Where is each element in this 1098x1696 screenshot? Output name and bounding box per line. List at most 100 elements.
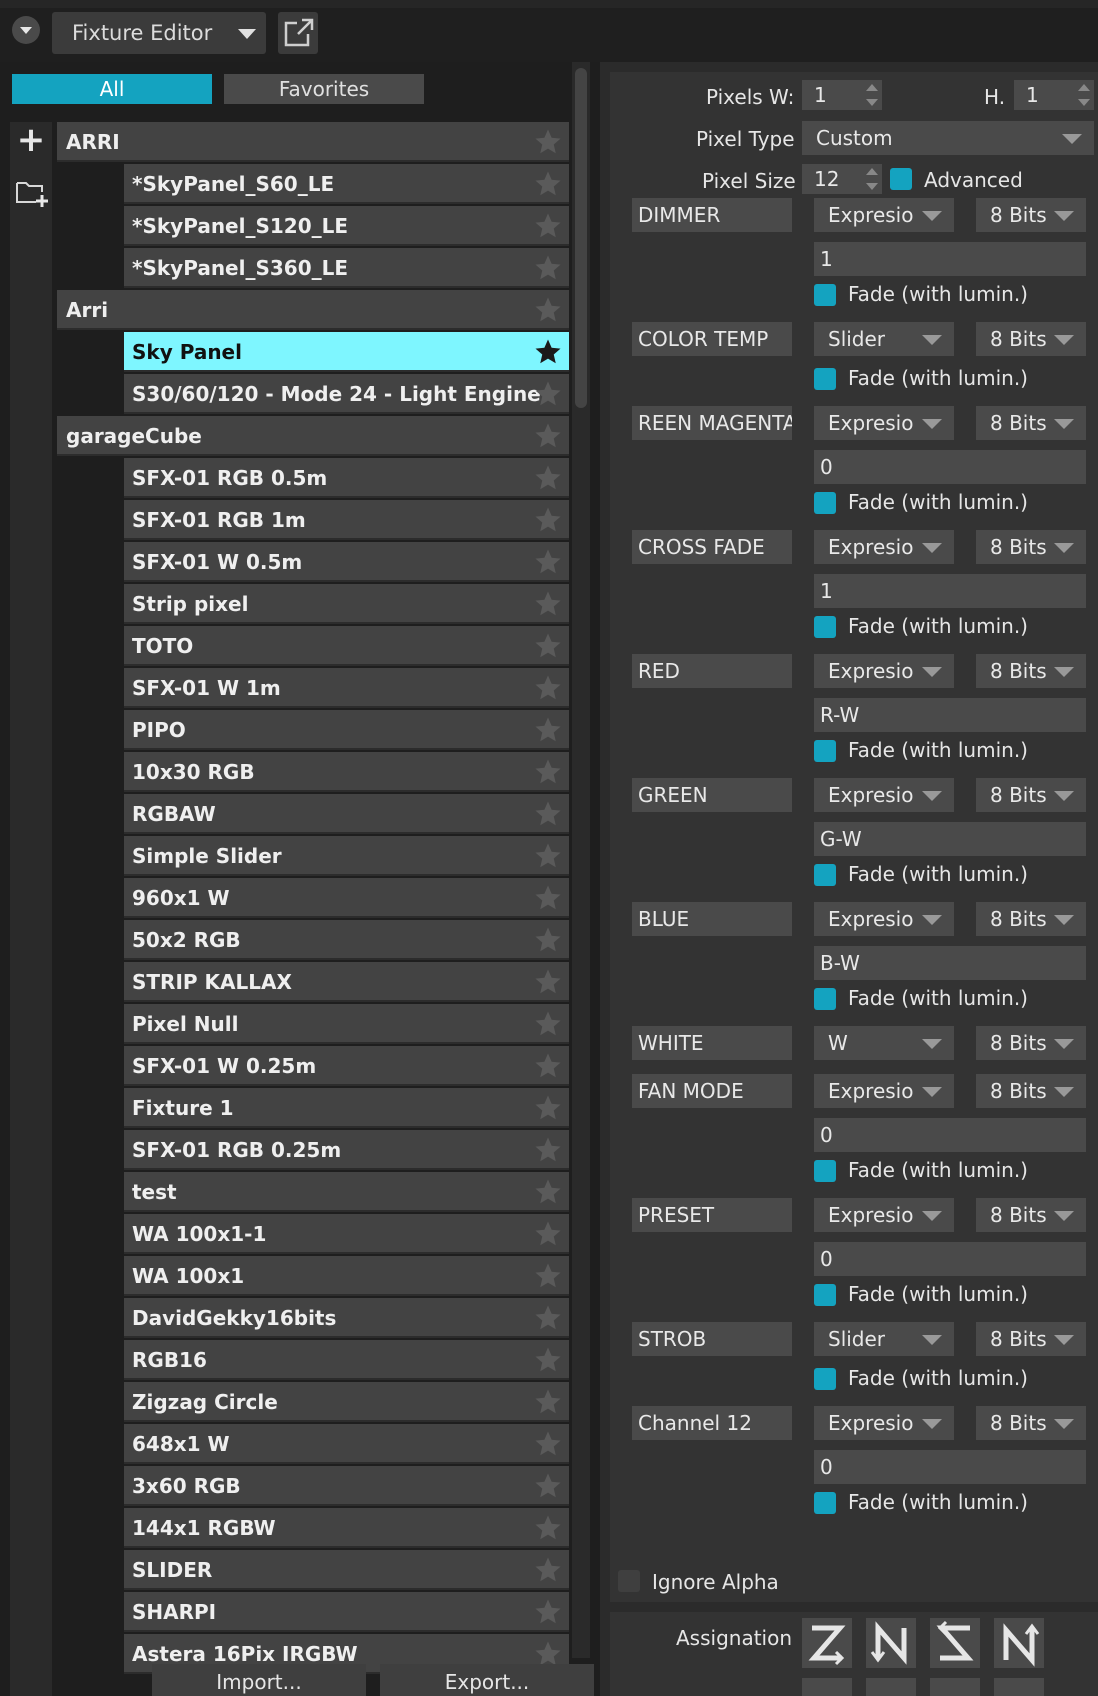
favorite-star-icon[interactable]: [533, 799, 563, 829]
channel-name-field[interactable]: Channel 12: [632, 1406, 792, 1440]
favorite-star-icon[interactable]: [533, 1429, 563, 1459]
favorite-star-icon[interactable]: [533, 379, 563, 409]
channel-mode-select[interactable]: Expresio: [814, 654, 954, 688]
fade-with-luminance-checkbox[interactable]: [814, 368, 836, 390]
favorite-star-icon[interactable]: [533, 337, 563, 367]
fixture-row[interactable]: DavidGekky16bits: [124, 1298, 569, 1338]
favorite-star-icon[interactable]: [533, 1387, 563, 1417]
favorite-star-icon[interactable]: [533, 295, 563, 325]
fixture-row[interactable]: 144x1 RGBW: [124, 1508, 569, 1548]
channel-bits-select[interactable]: 8 Bits: [976, 1198, 1086, 1232]
favorite-star-icon[interactable]: [533, 757, 563, 787]
favorite-star-icon[interactable]: [533, 1513, 563, 1543]
fixture-row[interactable]: WA 100x1-1: [124, 1214, 569, 1254]
channel-mode-select[interactable]: Expresio: [814, 1198, 954, 1232]
favorite-star-icon[interactable]: [533, 463, 563, 493]
favorite-star-icon[interactable]: [533, 211, 563, 241]
popout-button[interactable]: [278, 12, 318, 54]
fade-with-luminance-checkbox[interactable]: [814, 864, 836, 886]
favorite-star-icon[interactable]: [533, 1261, 563, 1291]
channel-expression-input[interactable]: 0: [814, 1450, 1086, 1484]
favorite-star-icon[interactable]: [533, 673, 563, 703]
fixture-row[interactable]: Simple Slider: [124, 836, 569, 876]
pixels-w-input[interactable]: 1: [802, 80, 882, 110]
favorite-star-icon[interactable]: [533, 1051, 563, 1081]
fixture-row[interactable]: 3x60 RGB: [124, 1466, 569, 1506]
pixel-size-input[interactable]: 12: [802, 164, 882, 194]
fixture-row[interactable]: SFX-01 W 0.5m: [124, 542, 569, 582]
ignore-alpha-checkbox[interactable]: [618, 1570, 640, 1592]
fixture-row[interactable]: SFX-01 RGB 0.5m: [124, 458, 569, 498]
fixture-row[interactable]: Zigzag Circle: [124, 1382, 569, 1422]
favorite-star-icon[interactable]: [533, 1471, 563, 1501]
channel-mode-select[interactable]: Expresio: [814, 1074, 954, 1108]
channel-name-field[interactable]: PRESET: [632, 1198, 792, 1232]
favorite-star-icon[interactable]: [533, 883, 563, 913]
fixture-row[interactable]: Sky Panel: [124, 332, 569, 372]
channel-name-field[interactable]: BLUE: [632, 902, 792, 936]
favorite-star-icon[interactable]: [533, 1555, 563, 1585]
channel-bits-select[interactable]: 8 Bits: [976, 1074, 1086, 1108]
channel-expression-input[interactable]: 0: [814, 450, 1086, 484]
channel-name-field[interactable]: CROSS FADE: [632, 530, 792, 564]
fixture-row[interactable]: RGB16: [124, 1340, 569, 1380]
favorite-star-icon[interactable]: [533, 1303, 563, 1333]
spinner-arrows-icon[interactable]: [1078, 84, 1090, 106]
fixture-group-row[interactable]: garageCube: [57, 416, 569, 456]
fixture-row[interactable]: SHARPI: [124, 1592, 569, 1632]
fade-with-luminance-checkbox[interactable]: [814, 616, 836, 638]
channel-mode-select[interactable]: Expresio: [814, 778, 954, 812]
channel-bits-select[interactable]: 8 Bits: [976, 322, 1086, 356]
export-button[interactable]: Export...: [380, 1664, 594, 1696]
fixture-row[interactable]: *SkyPanel_S60_LE: [124, 164, 569, 204]
channel-expression-input[interactable]: G-W: [814, 822, 1086, 856]
tab-favorites[interactable]: Favorites: [224, 74, 424, 104]
fixture-row[interactable]: PIPO: [124, 710, 569, 750]
fixture-row[interactable]: 10x30 RGB: [124, 752, 569, 792]
channel-mode-select[interactable]: W: [814, 1026, 954, 1060]
fixture-row[interactable]: S30/60/120 - Mode 24 - Light Engine: [124, 374, 569, 414]
pixels-h-input[interactable]: 1: [1014, 80, 1094, 110]
channel-bits-select[interactable]: 8 Bits: [976, 778, 1086, 812]
favorite-star-icon[interactable]: [533, 925, 563, 955]
fixture-row[interactable]: 960x1 W: [124, 878, 569, 918]
favorite-star-icon[interactable]: [533, 1219, 563, 1249]
assign-zigzag-left-button[interactable]: [930, 1618, 980, 1668]
fixture-row[interactable]: SFX-01 W 1m: [124, 668, 569, 708]
favorite-star-icon[interactable]: [533, 547, 563, 577]
channel-name-field[interactable]: WHITE: [632, 1026, 792, 1060]
assign-option-5-button[interactable]: [802, 1678, 852, 1696]
channel-expression-input[interactable]: B-W: [814, 946, 1086, 980]
favorite-star-icon[interactable]: [533, 1135, 563, 1165]
channel-mode-select[interactable]: Expresio: [814, 198, 954, 232]
channel-bits-select[interactable]: 8 Bits: [976, 654, 1086, 688]
fixture-group-row[interactable]: Arri: [57, 290, 569, 330]
assign-option-7-button[interactable]: [930, 1678, 980, 1696]
fade-with-luminance-checkbox[interactable]: [814, 988, 836, 1010]
fade-with-luminance-checkbox[interactable]: [814, 1492, 836, 1514]
fixture-row[interactable]: Pixel Null: [124, 1004, 569, 1044]
fixture-group-row[interactable]: ARRI: [57, 122, 569, 162]
tab-all[interactable]: All: [12, 74, 212, 104]
favorite-star-icon[interactable]: [533, 505, 563, 535]
pixel-type-select[interactable]: Custom: [802, 121, 1094, 155]
channel-expression-input[interactable]: 1: [814, 574, 1086, 608]
fixture-row[interactable]: SFX-01 RGB 1m: [124, 500, 569, 540]
add-folder-button[interactable]: [14, 174, 50, 210]
favorite-star-icon[interactable]: [533, 967, 563, 997]
channel-name-field[interactable]: DIMMER: [632, 198, 792, 232]
channel-mode-select[interactable]: Slider: [814, 322, 954, 356]
assign-option-6-button[interactable]: [866, 1678, 916, 1696]
spinner-arrows-icon[interactable]: [866, 168, 878, 190]
channel-bits-select[interactable]: 8 Bits: [976, 198, 1086, 232]
import-button[interactable]: Import...: [152, 1664, 366, 1696]
fixture-row[interactable]: Strip pixel: [124, 584, 569, 624]
favorite-star-icon[interactable]: [533, 841, 563, 871]
channel-mode-select[interactable]: Expresio: [814, 902, 954, 936]
fixture-row[interactable]: WA 100x1: [124, 1256, 569, 1296]
favorite-star-icon[interactable]: [533, 127, 563, 157]
channel-bits-select[interactable]: 8 Bits: [976, 1322, 1086, 1356]
channel-expression-input[interactable]: 0: [814, 1118, 1086, 1152]
channel-mode-select[interactable]: Expresio: [814, 530, 954, 564]
assign-option-8-button[interactable]: [994, 1678, 1044, 1696]
